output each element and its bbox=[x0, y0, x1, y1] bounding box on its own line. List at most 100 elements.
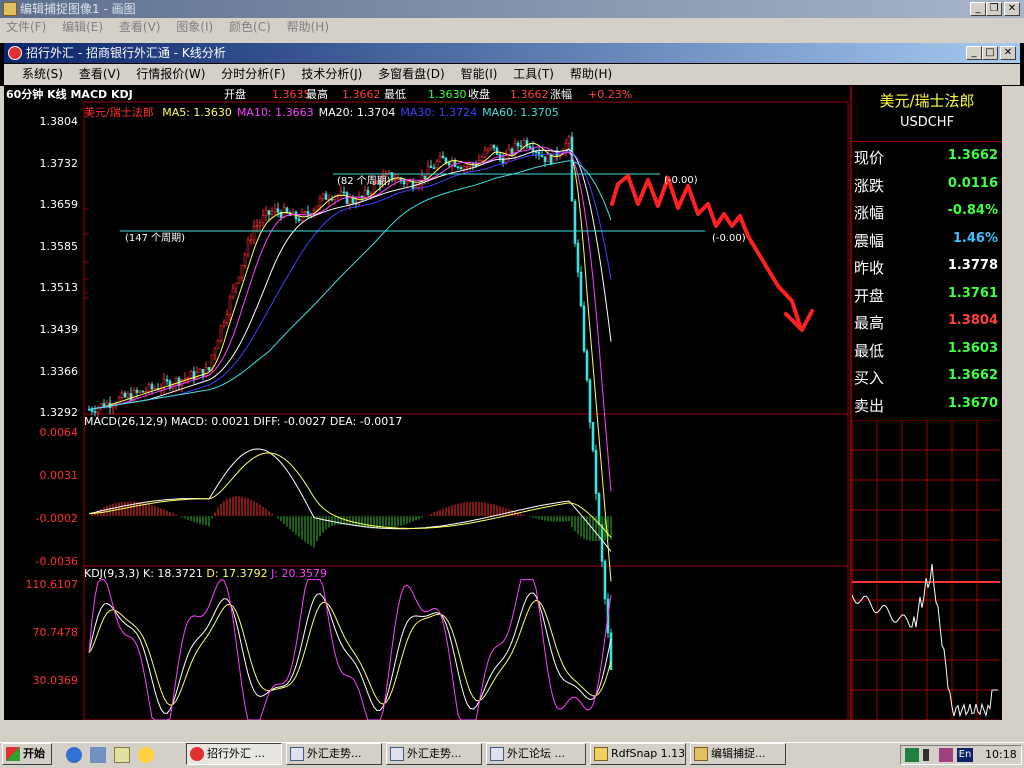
ie-icon[interactable] bbox=[66, 747, 82, 763]
forecast-arrow-drawing bbox=[610, 174, 814, 332]
candle-body bbox=[165, 379, 169, 382]
candle-body bbox=[489, 144, 493, 149]
quote-label: 最低 bbox=[854, 341, 885, 360]
quote-value: 0.0116 bbox=[947, 175, 998, 191]
volume-icon[interactable] bbox=[923, 749, 933, 761]
candle-body bbox=[195, 371, 199, 380]
browser-task-icon bbox=[490, 747, 504, 761]
inner-close-button[interactable]: ✕ bbox=[1000, 46, 1016, 60]
candle-body bbox=[228, 296, 232, 315]
candle-body bbox=[567, 136, 571, 144]
ma-legend-item: MA60: 1.3705 bbox=[482, 106, 559, 118]
quote-label: 现价 bbox=[854, 149, 885, 167]
kline-chart[interactable] bbox=[0, 86, 850, 720]
candle-body bbox=[594, 450, 598, 494]
system-tray: En 10:18 bbox=[900, 745, 1022, 765]
start-button[interactable]: 开始 bbox=[2, 743, 52, 765]
candle-body bbox=[486, 147, 490, 152]
menu-tools[interactable]: 工具(T) bbox=[507, 65, 560, 83]
menu-technical[interactable]: 技术分析(J) bbox=[295, 65, 368, 83]
candle-body bbox=[507, 148, 511, 155]
quote-value: 1.3662 bbox=[947, 368, 998, 383]
qq-penguin-icon[interactable] bbox=[138, 747, 154, 763]
kdj-j-value: J: 20.3579 bbox=[271, 567, 328, 580]
candle-body bbox=[138, 390, 142, 393]
candle-body bbox=[426, 165, 430, 179]
quote-value: 1.3603 bbox=[947, 340, 998, 356]
browser-task-icon bbox=[290, 747, 304, 761]
clock[interactable]: 10:18 bbox=[985, 746, 1017, 764]
outer-maximize-button[interactable]: ❐ bbox=[986, 2, 1002, 16]
outer-menu-edit[interactable]: 编辑(E) bbox=[56, 18, 109, 36]
outer-menu-colors[interactable]: 颜色(C) bbox=[223, 18, 277, 36]
quote-value: 1.3761 bbox=[947, 285, 998, 301]
candle-body bbox=[582, 305, 586, 352]
candle-body bbox=[522, 140, 526, 147]
ma-legend-item: MA20: 1.3704 bbox=[318, 106, 396, 118]
candle-body bbox=[423, 175, 427, 179]
kdj-j-line bbox=[88, 579, 612, 720]
candle-body bbox=[543, 156, 547, 163]
inner-maximize-button[interactable]: □ bbox=[982, 46, 998, 60]
candle-body bbox=[189, 371, 193, 378]
outer-menu-view[interactable]: 查看(V) bbox=[113, 18, 167, 36]
y-tick-label: 1.3732 bbox=[39, 156, 79, 170]
inner-minimize-button[interactable]: _ bbox=[966, 46, 982, 60]
ma-legend-item: MA10: 1.3663 bbox=[236, 106, 314, 118]
task-fx-app[interactable]: 招行外汇 ... bbox=[186, 743, 282, 765]
menu-help[interactable]: 帮助(H) bbox=[564, 65, 618, 83]
candle-body bbox=[129, 393, 133, 401]
candle-body bbox=[180, 379, 184, 386]
outer-minimize-button[interactable]: _ bbox=[970, 2, 986, 16]
task-fx-forum[interactable]: 外汇论坛 ... bbox=[486, 743, 586, 765]
task-label: 外汇论坛 ... bbox=[507, 747, 565, 760]
menu-system[interactable]: 系统(S) bbox=[16, 65, 69, 83]
task-fx-trend-2[interactable]: 外汇走势... bbox=[386, 743, 482, 765]
task-label: 外汇走势... bbox=[307, 747, 362, 760]
outer-menu-help[interactable]: 帮助(H) bbox=[281, 18, 335, 36]
y-tick-label: 1.3366 bbox=[39, 364, 79, 378]
task-fx-trend-1[interactable]: 外汇走势... bbox=[286, 743, 382, 765]
candle-body bbox=[273, 208, 277, 213]
menu-intraday[interactable]: 分时分析(F) bbox=[215, 65, 291, 83]
quote-row: 震幅 1.46% bbox=[852, 226, 1000, 253]
candle-body bbox=[441, 155, 445, 159]
candle-body bbox=[321, 193, 325, 199]
candle-body bbox=[231, 287, 235, 298]
menu-quotes[interactable]: 行情报价(W) bbox=[130, 65, 211, 83]
period-annotation-82: (82 个周期) bbox=[337, 176, 391, 187]
candle-body bbox=[318, 197, 322, 207]
candle-body bbox=[570, 136, 574, 202]
task-rdfsnap[interactable]: RdfSnap 1.13 bbox=[590, 743, 686, 765]
task-paint[interactable]: 编辑捕捉... bbox=[690, 743, 786, 765]
bank-task-icon bbox=[190, 747, 204, 761]
outer-close-button[interactable]: ✕ bbox=[1004, 2, 1020, 16]
candle-body bbox=[183, 378, 187, 380]
kdj-d-line bbox=[88, 599, 612, 706]
menu-view[interactable]: 查看(V) bbox=[73, 65, 127, 83]
candle-body bbox=[552, 150, 556, 164]
candle-body bbox=[339, 191, 343, 196]
desktop-icon[interactable] bbox=[90, 747, 106, 763]
outer-menu-file[interactable]: 文件(F) bbox=[0, 18, 52, 36]
candle-body bbox=[249, 239, 253, 242]
language-indicator[interactable]: En bbox=[957, 748, 973, 762]
candle-body bbox=[417, 184, 421, 188]
candle-body bbox=[270, 211, 274, 215]
candle-body bbox=[438, 155, 442, 162]
notepad-icon[interactable] bbox=[114, 747, 130, 763]
outer-menu-image[interactable]: 图象(I) bbox=[170, 18, 219, 36]
candle-body bbox=[147, 384, 151, 393]
menu-smart[interactable]: 智能(I) bbox=[455, 65, 504, 83]
inner-titlebar: 招行外汇 - 招商银行外汇通 - K线分析 _ □ ✕ bbox=[4, 43, 1020, 63]
candle-body bbox=[465, 165, 469, 168]
candle-body bbox=[123, 392, 127, 398]
tray-app-icon[interactable] bbox=[939, 748, 953, 762]
network-icon[interactable] bbox=[905, 748, 919, 762]
menu-multi-window[interactable]: 多窗看盘(D) bbox=[372, 65, 451, 83]
candle-body bbox=[243, 254, 247, 266]
candle-body bbox=[285, 207, 289, 213]
kdj-k-value: K: 18.3721 bbox=[143, 567, 203, 580]
candle-body bbox=[576, 243, 580, 273]
quote-row: 涨幅 -0.84% bbox=[852, 198, 1000, 225]
